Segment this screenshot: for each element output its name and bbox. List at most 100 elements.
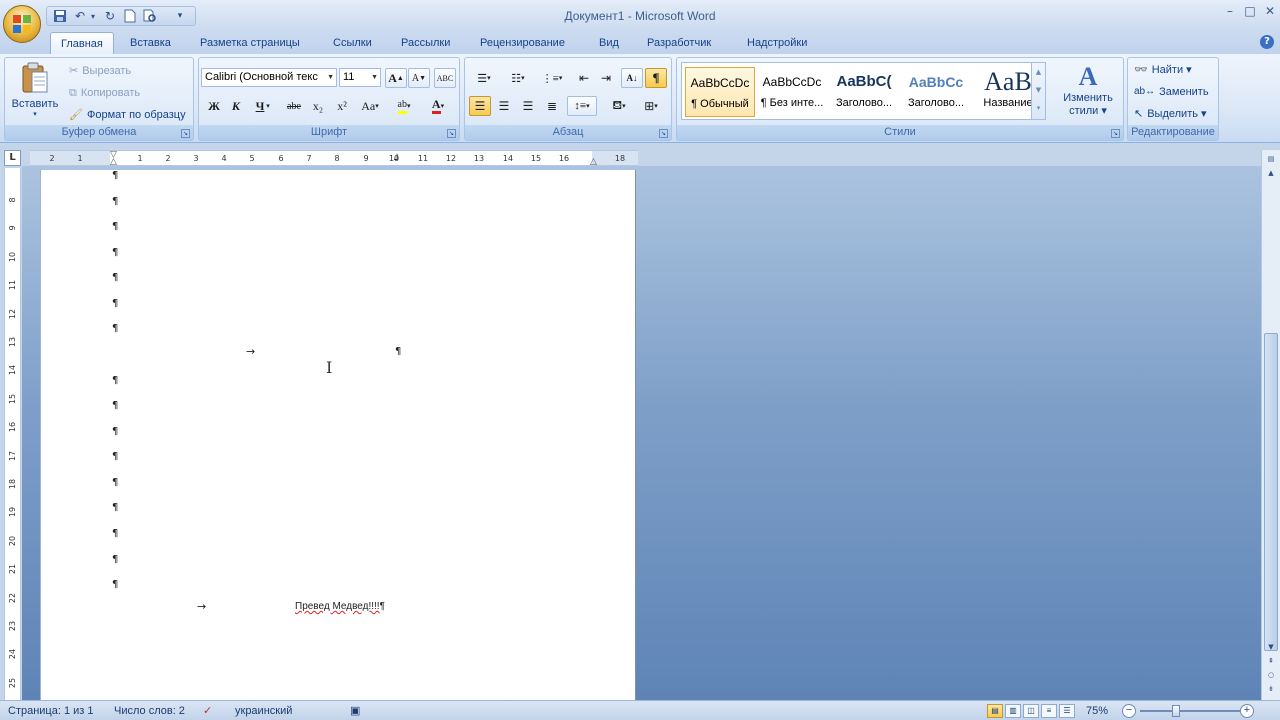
- strikethrough-button[interactable]: abe: [283, 96, 305, 116]
- scroll-up-icon[interactable]: ▲: [1263, 166, 1279, 180]
- select-browse-object-icon[interactable]: ○: [1263, 668, 1279, 682]
- change-styles-button[interactable]: A Изменить стили ▾: [1055, 62, 1121, 124]
- maximize-button[interactable]: □: [1240, 4, 1260, 22]
- undo-dropdown-icon[interactable]: ▾: [91, 12, 99, 21]
- align-right-button[interactable]: ☰: [517, 96, 539, 116]
- page-count[interactable]: Страница: 1 из 1: [8, 701, 94, 720]
- gallery-more-icon[interactable]: ▾: [1032, 99, 1045, 117]
- find-button[interactable]: 👓 Найти ▾: [1134, 60, 1192, 80]
- styles-launcher-icon[interactable]: ↘: [1111, 129, 1120, 138]
- shrink-font-button[interactable]: A ▼: [408, 68, 430, 88]
- proofing-icon[interactable]: ✓: [203, 701, 212, 720]
- right-indent-marker[interactable]: △: [590, 157, 597, 167]
- tab-review[interactable]: Рецензирование: [480, 32, 565, 54]
- style-no-spacing[interactable]: AaBbCcDc ¶ Без инте...: [757, 67, 827, 117]
- zoom-out-icon[interactable]: −: [1122, 704, 1136, 718]
- print-preview-icon[interactable]: [141, 8, 159, 24]
- close-button[interactable]: ✕: [1260, 4, 1280, 22]
- show-marks-button[interactable]: ¶: [645, 68, 667, 88]
- numbering-button[interactable]: ☷ ▾: [503, 68, 533, 88]
- tab-mailings[interactable]: Рассылки: [401, 32, 450, 54]
- ruler-toggle-icon[interactable]: ▤: [1263, 152, 1279, 166]
- left-indent-marker[interactable]: △: [110, 157, 117, 167]
- draft-view-icon[interactable]: ☰: [1059, 704, 1075, 718]
- decrease-indent-button[interactable]: ⇤: [573, 68, 595, 88]
- new-document-icon[interactable]: [121, 8, 139, 24]
- minimize-button[interactable]: –: [1220, 4, 1240, 22]
- select-button[interactable]: ↖ Выделить ▾: [1134, 104, 1207, 124]
- paste-button[interactable]: Вставить ▾: [9, 62, 61, 124]
- tab-stop-marker[interactable]: ┘: [394, 155, 400, 166]
- tab-developer[interactable]: Разработчик: [647, 32, 711, 54]
- borders-button[interactable]: ⊞ ▾: [637, 96, 665, 116]
- superscript-button[interactable]: x²: [331, 96, 353, 116]
- justify-button[interactable]: ≣: [541, 96, 563, 116]
- undo-icon[interactable]: ↶: [71, 8, 89, 24]
- replace-button[interactable]: ab↔ Заменить: [1134, 82, 1209, 102]
- font-color-button[interactable]: A ▾: [425, 96, 451, 116]
- paste-dropdown-icon[interactable]: ▾: [9, 110, 61, 118]
- zoom-slider[interactable]: [1140, 710, 1240, 712]
- zoom-in-icon[interactable]: +: [1240, 704, 1254, 718]
- outline-view-icon[interactable]: ≡: [1041, 704, 1057, 718]
- line-spacing-button[interactable]: ↕≡ ▾: [567, 96, 597, 116]
- next-page-icon[interactable]: ⇟: [1263, 682, 1279, 696]
- previous-page-icon[interactable]: ⇞: [1263, 654, 1279, 668]
- vertical-ruler[interactable]: 891011121314151617181920212223242526: [4, 168, 21, 716]
- zoom-slider-knob[interactable]: [1172, 705, 1180, 717]
- grow-font-button[interactable]: A ▲: [385, 68, 407, 88]
- document-text[interactable]: Превед Медвед!!!!¶: [295, 601, 385, 612]
- sort-button[interactable]: A↓: [621, 68, 643, 88]
- cut-button[interactable]: ✂ Вырезать: [69, 62, 131, 80]
- copy-button[interactable]: ⧉ Копировать: [69, 84, 140, 102]
- shading-button[interactable]: ⛾ ▾: [605, 96, 633, 116]
- language[interactable]: украинский: [235, 701, 292, 720]
- print-layout-icon[interactable]: ▤: [987, 704, 1003, 718]
- full-screen-reading-icon[interactable]: ▥: [1005, 704, 1021, 718]
- vertical-scrollbar[interactable]: ▤ ▲ ▼ ⇞ ○ ⇟: [1261, 150, 1280, 700]
- macro-record-icon[interactable]: ▣: [350, 701, 360, 720]
- office-button[interactable]: [3, 5, 41, 43]
- font-size-combo[interactable]: 11 ▼: [339, 68, 381, 87]
- paragraph-launcher-icon[interactable]: ↘: [659, 129, 668, 138]
- tab-selector-icon[interactable]: L: [4, 150, 21, 166]
- scroll-down-icon[interactable]: ▼: [1263, 640, 1279, 654]
- tab-references[interactable]: Ссылки: [333, 32, 372, 54]
- tab-page-layout[interactable]: Разметка страницы: [200, 32, 300, 54]
- subscript-button[interactable]: x₂: [307, 96, 329, 116]
- style-heading-2[interactable]: AaBbCc Заголово...: [901, 67, 971, 117]
- clipboard-launcher-icon[interactable]: ↘: [181, 129, 190, 138]
- font-launcher-icon[interactable]: ↘: [447, 129, 456, 138]
- underline-dropdown-icon[interactable]: ▾: [263, 96, 273, 116]
- font-size-dropdown-icon[interactable]: ▼: [371, 69, 378, 86]
- gallery-down-icon[interactable]: ▼: [1032, 81, 1045, 99]
- bullets-button[interactable]: ☰ ▾: [469, 68, 499, 88]
- zoom-level[interactable]: 75%: [1086, 701, 1108, 720]
- format-painter-button[interactable]: 🖌 Формат по образцу: [69, 106, 186, 124]
- highlight-button[interactable]: ab ▾: [391, 96, 417, 116]
- customize-qat-icon[interactable]: ▾: [171, 8, 189, 24]
- style-normal[interactable]: AaBbCcDc ¶ Обычный: [685, 67, 755, 117]
- change-case-button[interactable]: Aa ▾: [357, 96, 383, 116]
- align-left-button[interactable]: ☰: [469, 96, 491, 116]
- align-center-button[interactable]: ☰: [493, 96, 515, 116]
- tab-insert[interactable]: Вставка: [130, 32, 171, 54]
- web-layout-icon[interactable]: ◫: [1023, 704, 1039, 718]
- word-count[interactable]: Число слов: 2: [114, 701, 185, 720]
- tab-addins[interactable]: Надстройки: [747, 32, 807, 54]
- redo-icon[interactable]: ↻: [101, 8, 119, 24]
- tab-home[interactable]: Главная: [50, 32, 114, 54]
- save-icon[interactable]: [51, 8, 69, 24]
- gallery-up-icon[interactable]: ▲: [1032, 63, 1045, 81]
- font-name-combo[interactable]: Calibri (Основной текс ▼: [201, 68, 337, 87]
- clear-formatting-button[interactable]: ABC: [434, 68, 456, 88]
- increase-indent-button[interactable]: ⇥: [595, 68, 617, 88]
- horizontal-ruler[interactable]: 2 1 1 2 3 4 5 6 7 8 9 10 11 12 13 14 15 16 18 ▽ △ △ ┘: [30, 150, 638, 167]
- bold-button[interactable]: Ж: [203, 96, 225, 116]
- italic-button[interactable]: К: [225, 96, 247, 116]
- font-name-dropdown-icon[interactable]: ▼: [327, 69, 334, 86]
- tab-view[interactable]: Вид: [599, 32, 619, 54]
- help-icon[interactable]: ?: [1260, 35, 1274, 49]
- document-page[interactable]: ¶ ¶ ¶ ¶ ¶ ¶ ¶ ¶ ¶ ¶ ¶ ¶ ¶ ¶ ¶ ¶ → → ¶ Превед Медвед!!!!¶: [40, 170, 636, 700]
- multilevel-list-button[interactable]: ⋮≡ ▾: [537, 68, 567, 88]
